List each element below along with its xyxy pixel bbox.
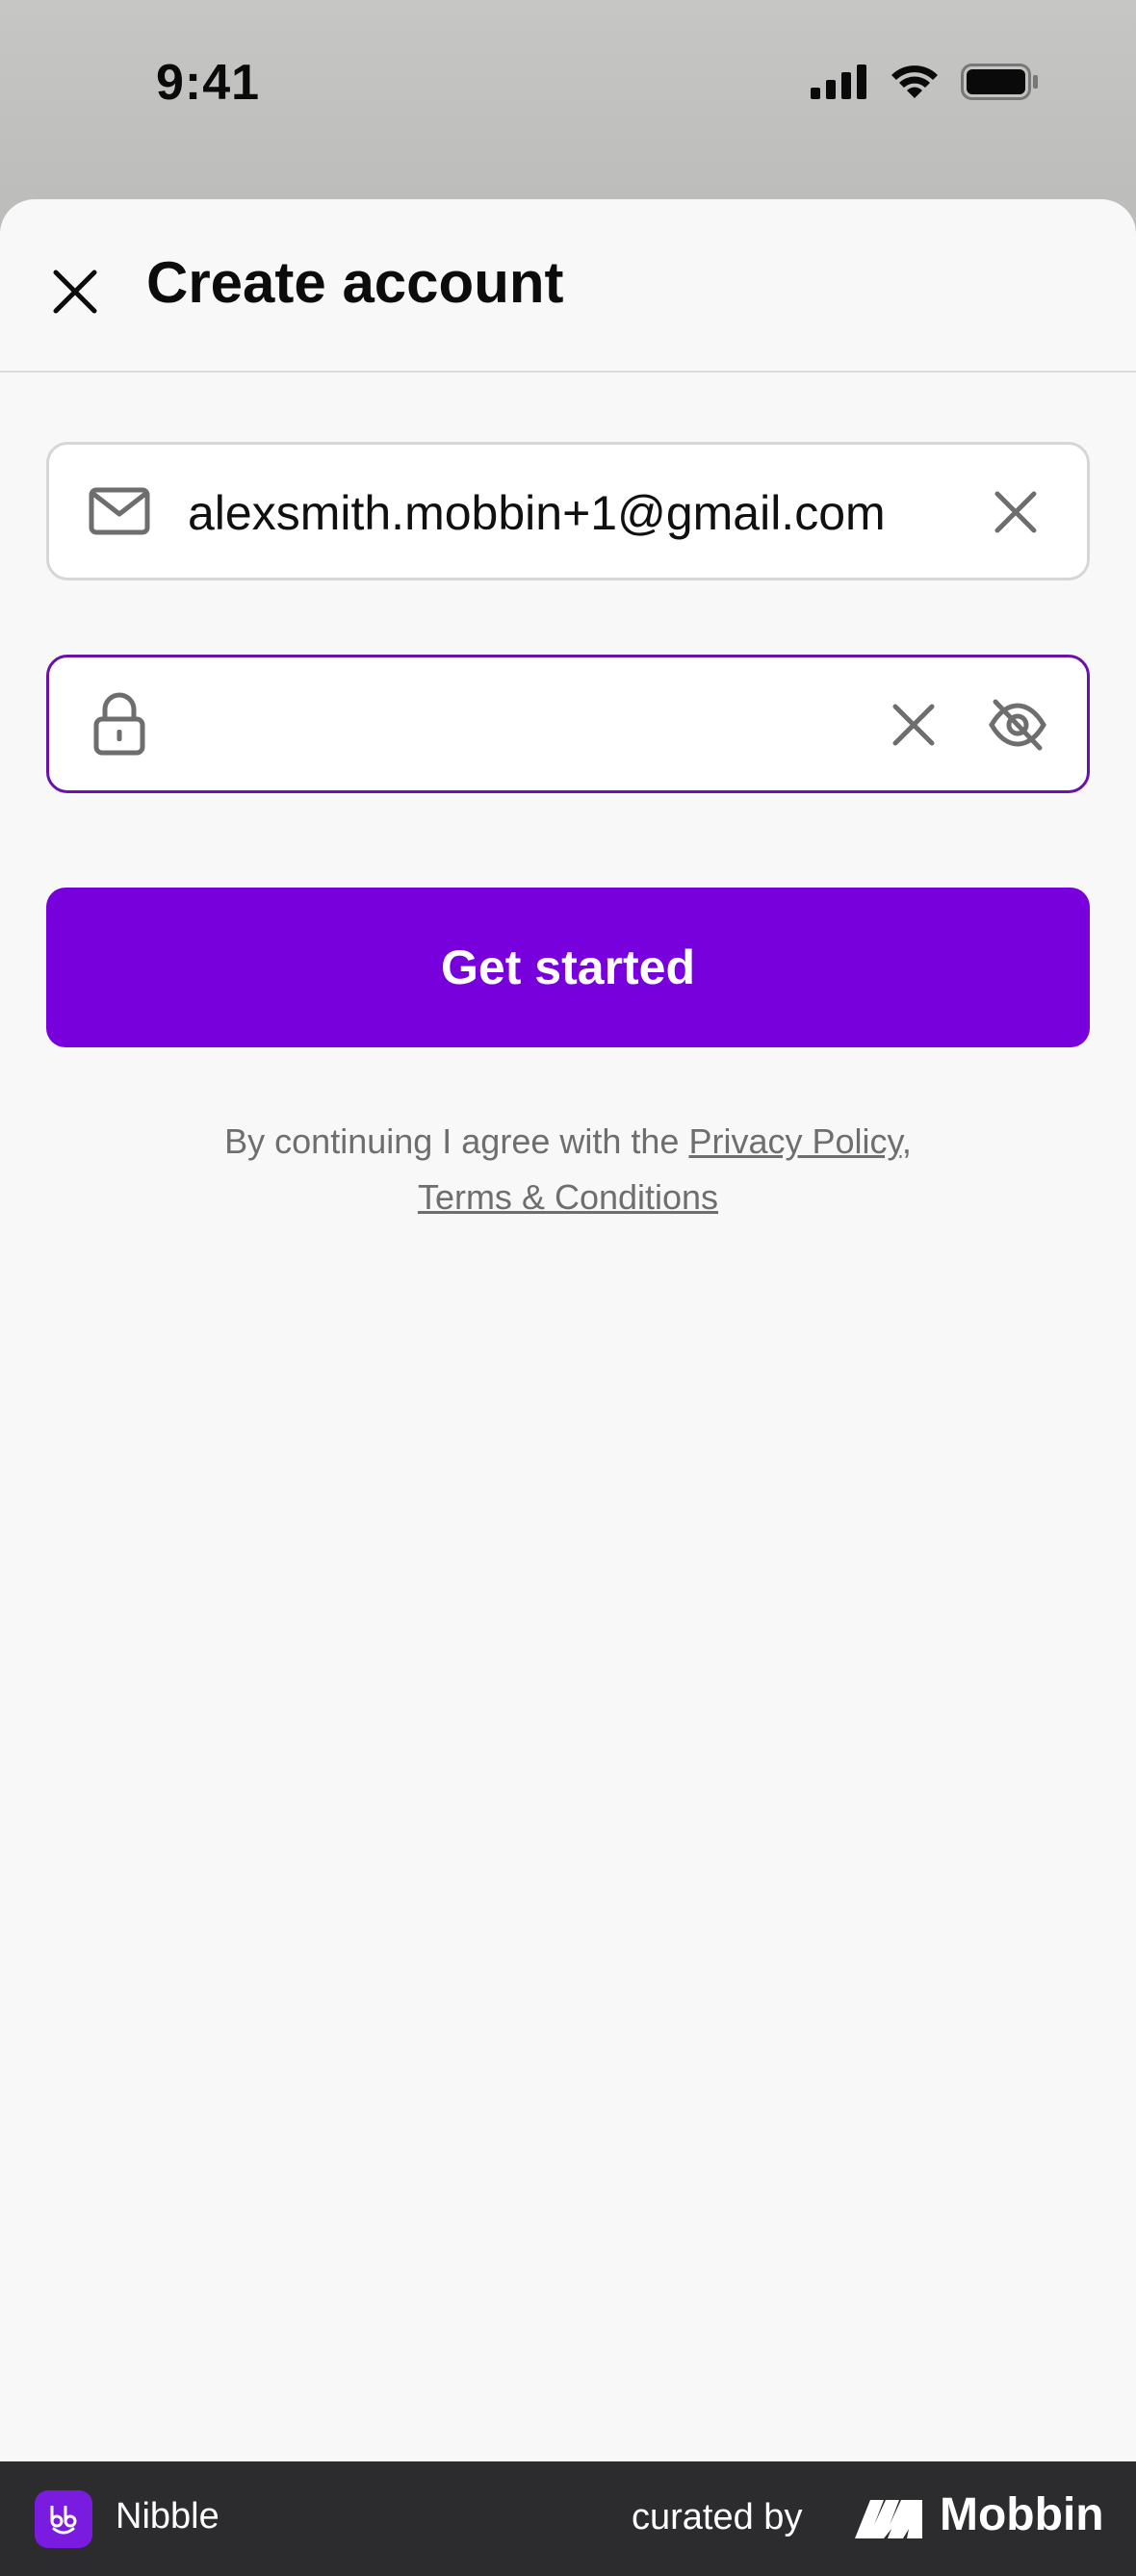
clear-icon	[892, 704, 935, 746]
status-bar: 9:41	[0, 0, 1136, 168]
lock-icon	[88, 692, 151, 756]
email-value[interactable]: alexsmith.mobbin+1@gmail.com	[188, 485, 886, 541]
wifi-icon	[891, 65, 938, 98]
status-icons	[811, 64, 1040, 100]
legal-prefix: By continuing I agree with the	[224, 1121, 680, 1161]
create-account-sheet: Create account alexsmith.mobbin+1@gmail.…	[0, 199, 1136, 2461]
app-name: Nibble	[116, 2496, 219, 2537]
nibble-logo-icon	[35, 2490, 92, 2548]
mobbin-logo-icon	[855, 2500, 922, 2538]
status-time: 9:41	[156, 55, 261, 111]
email-field[interactable]: alexsmith.mobbin+1@gmail.com	[46, 442, 1090, 580]
eye-off-icon	[989, 699, 1046, 751]
terms-conditions-link[interactable]: Terms & Conditions	[418, 1177, 718, 1217]
app-screen: 9:41 Create account alexsmith.mobbin+1@g…	[0, 0, 1136, 2576]
email-clear-button[interactable]	[979, 476, 1052, 549]
page-title: Create account	[146, 250, 564, 315]
close-button[interactable]	[39, 255, 112, 328]
close-icon	[53, 270, 97, 314]
legal-notice: By continuing I agree with the Privacy P…	[0, 1114, 1136, 1225]
password-field[interactable]	[46, 655, 1090, 793]
footer-bar: Nibble curated by Mobbin	[0, 2461, 1136, 2576]
privacy-policy-link[interactable]: Privacy Policy,	[688, 1121, 911, 1161]
cellular-signal-icon	[811, 64, 866, 99]
mobbin-brand: Mobbin	[940, 2489, 1104, 2540]
battery-icon	[961, 64, 1038, 100]
password-input[interactable]	[188, 696, 881, 754]
get-started-button[interactable]: Get started	[46, 888, 1090, 1047]
password-clear-button[interactable]	[877, 688, 950, 761]
envelope-icon	[88, 479, 151, 543]
clear-icon	[994, 491, 1037, 533]
sheet-header: Create account	[0, 199, 1136, 373]
toggle-password-visibility-button[interactable]	[981, 688, 1054, 761]
curated-by-label: curated by	[632, 2497, 803, 2537]
